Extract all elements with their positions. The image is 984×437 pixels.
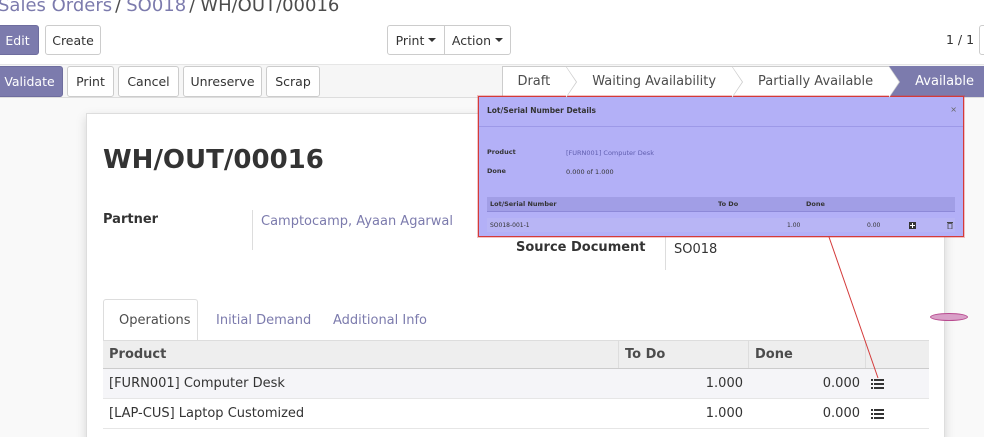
record-title: WH/OUT/00016 [103, 145, 324, 175]
source-document-value: SO018 [674, 242, 718, 257]
field-divider [252, 210, 253, 250]
row-done: 0.000 [822, 406, 860, 421]
popup-done-label: Done [487, 167, 506, 175]
field-divider [665, 232, 666, 270]
stage-draft[interactable]: Draft [502, 66, 577, 98]
row-done: 0.000 [822, 376, 860, 391]
column-product[interactable]: Product [103, 341, 619, 368]
row-todo: 1.000 [705, 376, 743, 391]
breadcrumb: Sales Orders / SO018/WH/OUT/00016 [0, 0, 339, 16]
lot-serial-popup: Lot/Serial Number Details × Product [FUR… [478, 96, 964, 237]
tab-operations[interactable]: Operations [103, 299, 198, 341]
breadcrumb-so018[interactable]: SO018 [126, 0, 186, 16]
tab-initial-demand[interactable]: Initial Demand [201, 299, 326, 341]
partner-value[interactable]: Camptocamp, Ayaan Agarwal [261, 214, 453, 229]
pager-value[interactable]: 1 / 1 [946, 32, 974, 47]
table-header: Product To Do Done [103, 341, 929, 369]
list-icon [871, 378, 884, 389]
stage-available[interactable]: Available [889, 66, 984, 97]
popup-column-lot: Lot/Serial Number [490, 200, 557, 208]
table-row[interactable]: [FURN001] Computer Desk 1.000 0.000 [103, 369, 929, 399]
caret-down-icon [428, 38, 437, 42]
popup-column-done: Done [806, 200, 825, 208]
popup-divider [479, 126, 963, 127]
action-dropdown-label: Action [451, 32, 492, 48]
lot-details-button[interactable] [865, 399, 895, 428]
tab-additional-info[interactable]: Additional Info [318, 299, 442, 341]
close-icon[interactable]: × [950, 105, 957, 114]
row-product: [LAP-CUS] Laptop Customized [109, 406, 305, 421]
popup-title: Lot/Serial Number Details [487, 106, 597, 115]
popup-product-value[interactable]: [FURN001] Computer Desk [566, 149, 654, 157]
breadcrumb-separator: / [115, 0, 122, 16]
column-todo[interactable]: To Do [619, 341, 749, 368]
popup-row-done: 0.00 [867, 221, 881, 229]
table-row [103, 429, 929, 437]
row-product: [FURN001] Computer Desk [109, 376, 285, 391]
source-document-label: Source Document [516, 240, 646, 255]
list-icon [871, 408, 884, 419]
popup-row-todo: 1.00 [787, 221, 801, 229]
validate-button[interactable]: Validate [0, 66, 63, 97]
unreserve-button[interactable]: Unreserve [183, 66, 262, 97]
edit-button[interactable]: Edit [0, 25, 39, 55]
row-todo: 1.000 [705, 406, 743, 421]
plus-icon[interactable] [909, 218, 916, 232]
print-dropdown-label: Print [395, 32, 425, 48]
table-row[interactable]: [LAP-CUS] Laptop Customized 1.000 0.000 [103, 399, 929, 429]
breadcrumb-separator: / [189, 0, 196, 16]
pager-previous-button[interactable] [979, 25, 984, 55]
popup-table-header: Lot/Serial Number To Do Done [487, 197, 955, 212]
popup-product-label: Product [487, 148, 516, 156]
popup-table-row[interactable]: SO018-001-1 1.00 0.00 [487, 218, 955, 232]
popup-done-value: 0.000 of 1.000 [566, 168, 614, 176]
print-dropdown-button[interactable]: Print [387, 25, 445, 55]
breadcrumb-current: WH/OUT/00016 [200, 0, 340, 16]
cancel-button[interactable]: Cancel [118, 66, 179, 97]
plus-square-icon [909, 221, 916, 229]
breadcrumb-sales-orders[interactable]: Sales Orders [0, 0, 112, 16]
partner-label: Partner [103, 212, 159, 227]
trash-icon[interactable] [947, 218, 953, 232]
stage-partially-available[interactable]: Partially Available [732, 66, 901, 98]
popup-row-lot: SO018-001-1 [490, 221, 530, 229]
create-button[interactable]: Create [45, 25, 101, 55]
action-dropdown-button[interactable]: Action [444, 25, 511, 55]
caret-down-icon [495, 38, 504, 42]
trash-glyph-icon [947, 221, 953, 229]
stage-waiting-availability[interactable]: Waiting Availability [566, 66, 743, 98]
column-done[interactable]: Done [749, 341, 866, 368]
annotation-ellipse [930, 313, 968, 321]
popup-column-todo: To Do [718, 200, 739, 208]
print-button[interactable]: Print [67, 66, 114, 97]
scrap-button[interactable]: Scrap [266, 66, 320, 97]
lot-details-button[interactable] [865, 369, 895, 398]
status-bar: Draft Waiting Availability Partially Ava… [502, 66, 984, 98]
